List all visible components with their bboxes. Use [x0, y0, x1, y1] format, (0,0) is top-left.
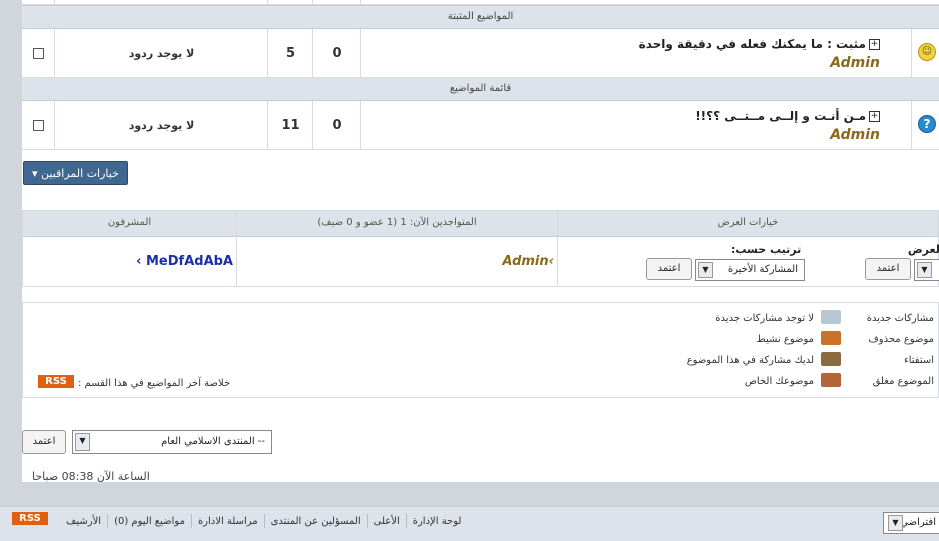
- footer-bar: RSS لوحة الإدارة الأعلى المسؤلين عن المنتد…: [0, 506, 939, 541]
- display-options-heading: خيارات العرض: [717, 217, 779, 228]
- sort-submit-button[interactable]: اعتمد: [646, 258, 692, 280]
- title-cell: +مثبت : ما يمكنك فعله في دقيقة واحدة Adm…: [360, 29, 912, 77]
- threads-panel: المواضيع المثبتة لا يوجد ردود 5 0 +مثبت …: [22, 0, 939, 152]
- thread-checkbox[interactable]: [32, 119, 44, 131]
- legend-poll: استفتاء: [904, 355, 934, 366]
- rss-badge[interactable]: RSS: [38, 375, 74, 388]
- last-post-text: لا يوجد ردود: [128, 46, 195, 60]
- views-cell: 11: [267, 101, 313, 149]
- expand-icon[interactable]: +: [869, 111, 880, 122]
- posted-eye-icon: [821, 352, 841, 366]
- icon-cell: ?: [911, 101, 939, 149]
- title-cell: +مـن أنـت و إلــى مــتــى ؟؟!! Admin: [360, 101, 912, 149]
- footer-archive-link[interactable]: الأرشيف: [66, 516, 101, 527]
- views-count: 11: [281, 117, 300, 133]
- chevron-down-icon: ▼: [75, 433, 90, 451]
- icon-cell: ☺: [911, 29, 939, 77]
- legend-panel: مشاركات جديدة موضوع محذوف استفتاء الموضو…: [22, 302, 939, 398]
- hot-topic-icon: [821, 331, 841, 345]
- smiley-icon: ☺: [918, 43, 936, 61]
- chevron-down-icon: ▼: [888, 515, 903, 531]
- legend-you-posted: لديك مشاركة في هذا الموضوع: [686, 355, 814, 366]
- info-table: المشرفون المتواجدين الآن: 1 (1 عضو و 0 ض…: [22, 210, 939, 287]
- jump-submit-button[interactable]: اعتمد: [22, 430, 66, 454]
- legend-new-posts: مشاركات جديدة: [866, 313, 934, 324]
- replies-cell: 0: [312, 101, 361, 149]
- chevron-down-icon: ▼: [917, 262, 932, 278]
- online-heading: المتواجدين الآن: 1 (1 عضو و 0 ضيف): [317, 217, 477, 228]
- select-cell: [22, 101, 54, 149]
- dropdown-arrow-icon: ▾: [32, 167, 38, 180]
- thread-checkbox[interactable]: [32, 47, 44, 59]
- footer-admin-link[interactable]: لوحة الإدارة: [413, 516, 462, 527]
- question-icon: ?: [918, 115, 936, 133]
- display-select[interactable]: ▼: [914, 259, 939, 281]
- thread-row: لا يوجد ردود 5 0 +مثبت : ما يمكنك فعله ف…: [22, 29, 939, 78]
- legend-no-new: لا توجد مشاركات جديدة: [715, 313, 814, 324]
- chevron-down-icon: ▼: [698, 262, 713, 278]
- footer-staff-link[interactable]: المسؤلين عن المنتدى: [271, 516, 361, 527]
- replies-cell: 0: [312, 29, 361, 77]
- thread-author[interactable]: Admin: [830, 55, 880, 71]
- moderator-options-button[interactable]: ▾ خيارات المراقبين: [23, 161, 128, 185]
- no-new-posts-icon: [821, 310, 841, 324]
- footer-links: لوحة الإدارة الأعلى المسؤلين عن المنتدى مرا…: [66, 514, 461, 528]
- mods-heading: المشرفون: [107, 217, 152, 228]
- views-count: 5: [285, 45, 296, 61]
- top-strip: [22, 0, 939, 5]
- select-cell: [22, 29, 54, 77]
- style-select[interactable]: ▼ افتراضي: [883, 512, 939, 534]
- sticky-threads-header: المواضيع المثبتة: [22, 5, 939, 29]
- views-cell: 5: [267, 29, 313, 77]
- last-post-cell: لا يوجد ردود: [54, 101, 268, 149]
- sort-select[interactable]: ▼ المشاركة الأخيرة: [695, 259, 805, 281]
- footer-top-link[interactable]: الأعلى: [374, 516, 400, 527]
- legend-active: موضوع نشيط: [756, 334, 814, 345]
- footer-rss-badge[interactable]: RSS: [12, 512, 48, 525]
- online-user-link[interactable]: Admin‹: [502, 254, 554, 269]
- display-submit-button[interactable]: اعتمد: [865, 258, 911, 280]
- replies-count: 0: [332, 117, 342, 133]
- last-post-text: لا يوجد ردود: [128, 118, 195, 132]
- legend-deleted: موضوع محذوف: [868, 334, 934, 345]
- legend-your-topic: موضوعك الخاص: [744, 376, 814, 387]
- legend-locked: الموضوع مغلق: [872, 376, 934, 387]
- thread-title[interactable]: +مثبت : ما يمكنك فعله في دقيقة واحدة: [639, 37, 880, 51]
- footer-today-link[interactable]: مواضيع اليوم (0): [114, 516, 185, 527]
- thread-row: لا يوجد ردود 11 0 +مـن أنـت و إلــى مــت…: [22, 101, 939, 150]
- thread-title[interactable]: +مـن أنـت و إلــى مــتــى ؟؟!!: [695, 109, 880, 123]
- current-time: الساعة الآن 08:38 صباحا: [32, 470, 150, 483]
- expand-icon[interactable]: +: [869, 39, 880, 50]
- footer-contact-link[interactable]: مراسلة الادارة: [198, 516, 258, 527]
- own-topic-icon: [821, 373, 841, 387]
- thread-author[interactable]: Admin: [830, 127, 880, 143]
- sort-label: ترتيب حسب:: [731, 243, 802, 256]
- thread-list-header: قائمة المواضيع: [22, 78, 939, 101]
- last-post-cell: لا يوجد ردود: [54, 29, 268, 77]
- replies-count: 0: [332, 45, 342, 61]
- display-label: العرض:: [907, 243, 939, 256]
- rss-description: خلاصة آخر المواضيع في هذا القسم :: [78, 378, 231, 389]
- moderator-link[interactable]: ‹ MeDfAdAbA: [136, 254, 233, 269]
- forum-jump-select[interactable]: ▼ -- المنتدى الاسلامي العام: [72, 430, 272, 454]
